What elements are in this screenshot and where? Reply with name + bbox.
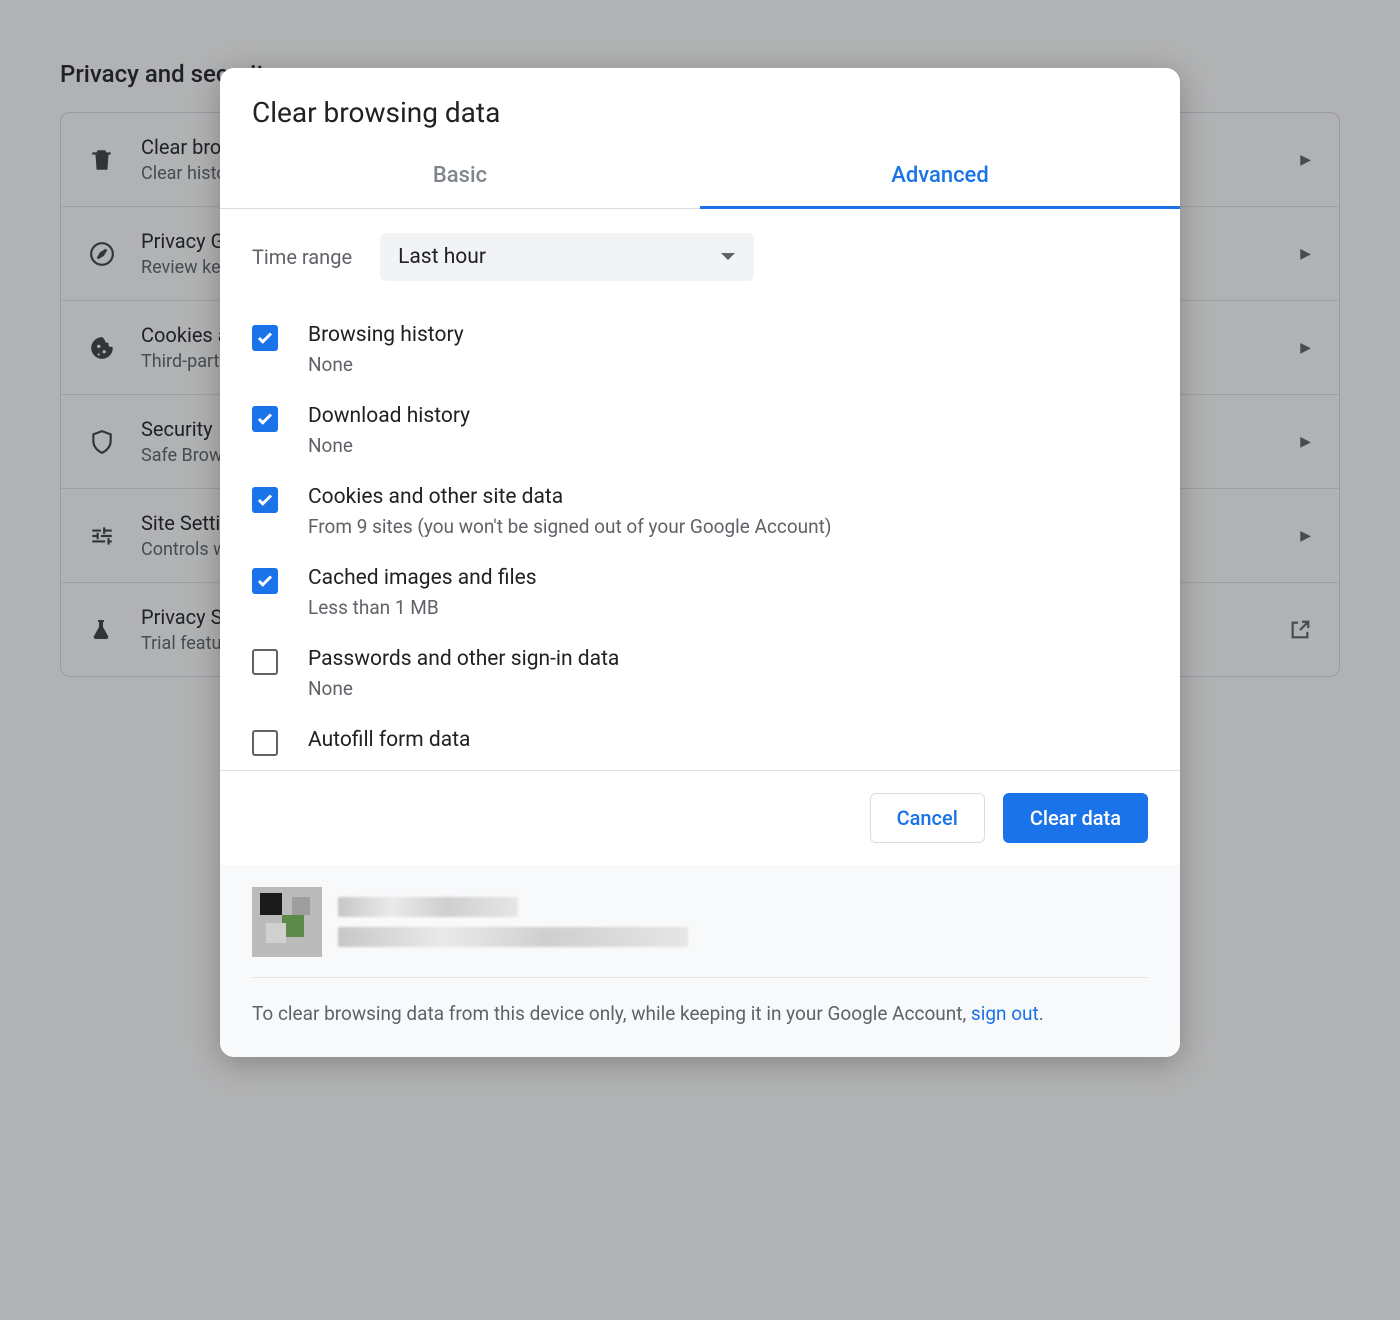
item-download-history: Download history None xyxy=(252,390,1148,471)
dialog-footer: To clear browsing data from this device … xyxy=(220,865,1180,1057)
account-info-row xyxy=(252,887,1148,978)
item-autofill: Autofill form data xyxy=(252,714,1148,770)
item-browsing-history: Browsing history None xyxy=(252,309,1148,390)
clear-browsing-data-dialog: Clear browsing data Basic Advanced Time … xyxy=(220,68,1180,1057)
chevron-down-icon xyxy=(720,252,736,262)
item-passwords: Passwords and other sign-in data None xyxy=(252,633,1148,714)
checkbox-browsing-history[interactable] xyxy=(252,325,278,351)
cancel-button[interactable]: Cancel xyxy=(870,793,985,843)
item-title: Browsing history xyxy=(308,323,464,347)
dialog-actions: Cancel Clear data xyxy=(220,770,1180,865)
checkbox-cookies[interactable] xyxy=(252,487,278,513)
item-sub: None xyxy=(308,353,464,376)
checkbox-passwords[interactable] xyxy=(252,649,278,675)
dialog-tabs: Basic Advanced xyxy=(220,145,1180,209)
checkbox-download-history[interactable] xyxy=(252,406,278,432)
modal-overlay: Clear browsing data Basic Advanced Time … xyxy=(0,0,1400,1320)
dialog-body: Time range Last hour Browsing history No… xyxy=(220,209,1180,770)
item-title: Cookies and other site data xyxy=(308,485,831,509)
footer-text-1: To clear browsing data from this device … xyxy=(252,1002,971,1025)
item-cached-images: Cached images and files Less than 1 MB xyxy=(252,552,1148,633)
time-range-value: Last hour xyxy=(398,245,486,269)
time-range-select[interactable]: Last hour xyxy=(380,233,754,281)
sign-out-link[interactable]: sign out xyxy=(971,1002,1039,1025)
item-title: Download history xyxy=(308,404,470,428)
checkbox-cached-images[interactable] xyxy=(252,568,278,594)
item-title: Cached images and files xyxy=(308,566,537,590)
tab-advanced[interactable]: Advanced xyxy=(700,145,1180,209)
dialog-title: Clear browsing data xyxy=(220,68,1180,145)
time-range-label: Time range xyxy=(252,245,352,269)
checkbox-autofill[interactable] xyxy=(252,730,278,756)
time-range-row: Time range Last hour xyxy=(252,233,1148,281)
item-sub: Less than 1 MB xyxy=(308,596,537,619)
item-sub: None xyxy=(308,677,619,700)
footer-text: To clear browsing data from this device … xyxy=(252,1000,1148,1029)
item-cookies: Cookies and other site data From 9 sites… xyxy=(252,471,1148,552)
item-sub: From 9 sites (you won't be signed out of… xyxy=(308,515,831,538)
item-sub: None xyxy=(308,434,470,457)
clear-data-button[interactable]: Clear data xyxy=(1003,793,1148,843)
avatar xyxy=(252,887,322,957)
tab-basic[interactable]: Basic xyxy=(220,145,700,208)
item-title: Autofill form data xyxy=(308,728,470,752)
item-title: Passwords and other sign-in data xyxy=(308,647,619,671)
footer-text-2: . xyxy=(1039,1002,1044,1025)
